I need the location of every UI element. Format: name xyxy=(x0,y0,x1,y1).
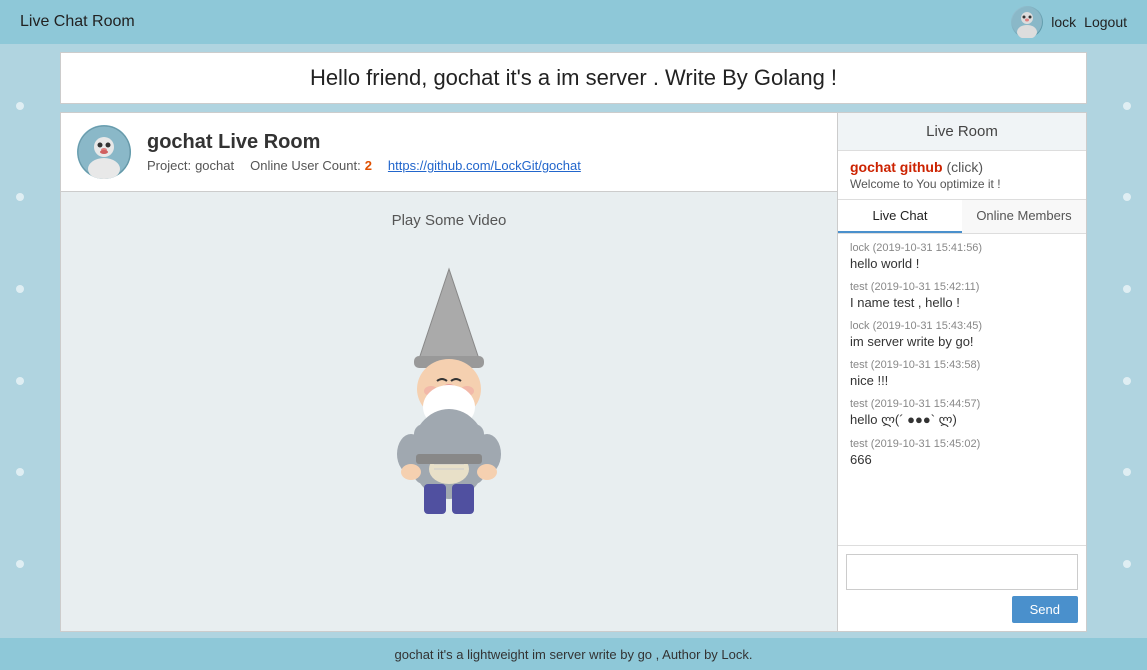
video-placeholder: Play Some Video xyxy=(81,212,817,529)
banner-text: Hello friend, gochat it's a im server . … xyxy=(310,65,837,90)
username-label: lock xyxy=(1051,14,1076,30)
message-text: nice !!! xyxy=(850,373,1074,388)
right-panel: Live Room gochat github (click) Welcome … xyxy=(837,112,1087,632)
message-meta: test (2019-10-31 15:42:11) xyxy=(850,281,1074,293)
tab-online-members[interactable]: Online Members xyxy=(962,200,1086,233)
gochat-github-link[interactable]: gochat github (click) xyxy=(850,159,1074,175)
right-decorative-dots xyxy=(1107,0,1147,670)
chat-tabs: Live Chat Online Members xyxy=(838,200,1086,234)
message-text: 666 xyxy=(850,452,1074,467)
tab-live-chat[interactable]: Live Chat xyxy=(838,200,962,233)
message-text: hello world ! xyxy=(850,256,1074,271)
online-count: 2 xyxy=(365,158,372,173)
dot xyxy=(16,285,24,293)
room-avatar xyxy=(77,125,131,179)
chat-message: lock (2019-10-31 15:43:45) im server writ… xyxy=(850,320,1074,349)
chat-input-area: Send xyxy=(838,545,1086,631)
dot xyxy=(16,468,24,476)
gochat-link-text: gochat github xyxy=(850,159,943,175)
chat-message: lock (2019-10-31 15:41:56) hello world ! xyxy=(850,242,1074,271)
message-text: hello ლ(´ ●●●` ლ) xyxy=(850,412,1074,428)
message-meta: lock (2019-10-31 15:41:56) xyxy=(850,242,1074,254)
online-meta: Online User Count: 2 xyxy=(250,158,372,173)
dot xyxy=(1123,468,1131,476)
avatar xyxy=(1011,6,1043,38)
project-meta: Project: gochat xyxy=(147,158,234,173)
message-meta: test (2019-10-31 15:44:57) xyxy=(850,398,1074,410)
banner: Hello friend, gochat it's a im server . … xyxy=(60,52,1087,104)
chat-message: test (2019-10-31 15:45:02) 666 xyxy=(850,438,1074,467)
room-info: gochat Live Room Project: gochat Online … xyxy=(147,131,581,173)
chat-message: test (2019-10-31 15:42:11) I name test , … xyxy=(850,281,1074,310)
dot xyxy=(16,377,24,385)
welcome-text: Welcome to You optimize it ! xyxy=(850,177,1074,191)
left-decorative-dots xyxy=(0,0,40,670)
left-panel-body: Play Some Video xyxy=(61,192,837,631)
message-text: I name test , hello ! xyxy=(850,295,1074,310)
chat-message: test (2019-10-31 15:43:58) nice !!! xyxy=(850,359,1074,388)
right-panel-header: Live Room xyxy=(838,113,1086,151)
dot xyxy=(16,102,24,110)
page-title: Live Chat Room xyxy=(20,13,135,31)
github-section: gochat github (click) Welcome to You opt… xyxy=(838,151,1086,200)
dot xyxy=(16,560,24,568)
message-meta: test (2019-10-31 15:43:58) xyxy=(850,359,1074,371)
project-name: gochat xyxy=(195,158,234,173)
dot xyxy=(1123,102,1131,110)
room-title: gochat Live Room xyxy=(147,131,581,154)
github-link[interactable]: https://github.com/LockGit/gochat xyxy=(388,158,581,173)
dot xyxy=(1123,560,1131,568)
dot xyxy=(16,193,24,201)
message-meta: test (2019-10-31 15:45:02) xyxy=(850,438,1074,450)
room-meta: Project: gochat Online User Count: 2 htt… xyxy=(147,158,581,173)
gnome-illustration xyxy=(349,249,549,529)
header-user-area: lock Logout xyxy=(1011,6,1127,38)
footer: gochat it's a lightweight im server writ… xyxy=(0,638,1147,670)
left-panel-header: gochat Live Room Project: gochat Online … xyxy=(61,113,837,192)
send-button[interactable]: Send xyxy=(1012,596,1078,623)
footer-text: gochat it's a lightweight im server writ… xyxy=(395,647,753,662)
chat-input[interactable] xyxy=(846,554,1078,590)
dot xyxy=(1123,193,1131,201)
message-meta: lock (2019-10-31 15:43:45) xyxy=(850,320,1074,332)
dot xyxy=(1123,285,1131,293)
header: Live Chat Room lock Logout xyxy=(0,0,1147,44)
live-room-title: Live Room xyxy=(926,123,998,140)
left-panel: gochat Live Room Project: gochat Online … xyxy=(60,112,837,632)
message-text: im server write by go! xyxy=(850,334,1074,349)
chat-message: test (2019-10-31 15:44:57) hello ლ(´ ●●●`… xyxy=(850,398,1074,428)
dot xyxy=(1123,377,1131,385)
chat-messages: lock (2019-10-31 15:41:56) hello world ! t… xyxy=(838,234,1086,545)
play-video-label: Play Some Video xyxy=(392,212,507,229)
project-label: Project: xyxy=(147,158,191,173)
gochat-link-suffix: (click) xyxy=(946,159,983,175)
logout-button[interactable]: Logout xyxy=(1084,14,1127,30)
online-label: Online User Count: xyxy=(250,158,361,173)
main-content: gochat Live Room Project: gochat Online … xyxy=(60,112,1087,632)
